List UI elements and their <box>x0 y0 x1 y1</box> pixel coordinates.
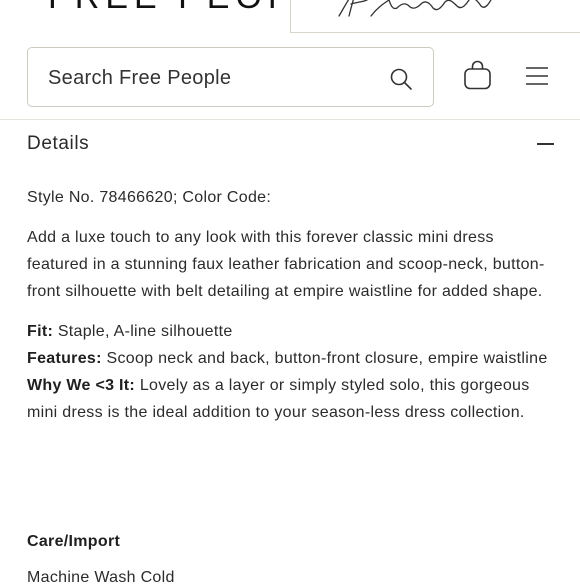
shopping-bag-icon[interactable] <box>463 60 492 90</box>
why-we-love-it-line: Why We <3 It: Lovely as a layer or simpl… <box>27 372 557 426</box>
free-people-logo: FREE PEOPLE <box>48 0 290 17</box>
style-number: Style No. 78466620; Color Code: <box>27 189 272 206</box>
features-value: Scoop neck and back, button-front closur… <box>101 350 548 367</box>
details-content: Style No. 78466620; Color Code: Add a lu… <box>27 184 557 426</box>
care-import-heading: Care/Import <box>27 533 121 550</box>
why-label: Why We <3 It: <box>27 377 136 394</box>
fit-value: Staple, A-line silhouette <box>53 323 233 340</box>
fit-label: Fit: <box>27 323 54 340</box>
free-people-logo-link[interactable]: FREE PEOPLE <box>0 0 290 34</box>
details-title: Details <box>27 133 90 154</box>
details-accordion-toggle[interactable]: Details <box>0 120 580 168</box>
search-box <box>27 47 434 107</box>
features-label: Features: <box>27 350 102 367</box>
fit-line: Fit: Staple, A-line silhouette <box>27 318 557 345</box>
hamburger-menu-icon[interactable] <box>525 66 549 86</box>
product-description: Add a luxe touch to any look with this f… <box>27 229 545 300</box>
fp-movement-logo-link[interactable] <box>290 0 580 33</box>
search-icon[interactable] <box>389 67 413 91</box>
care-instructions: Machine Wash Cold <box>27 569 175 586</box>
fp-movement-logo <box>338 0 492 17</box>
brand-bar: FREE PEOPLE <box>0 0 580 34</box>
search-input[interactable] <box>48 62 368 94</box>
features-line: Features: Scoop neck and back, button-fr… <box>27 345 557 372</box>
minus-icon[interactable] <box>537 143 554 145</box>
